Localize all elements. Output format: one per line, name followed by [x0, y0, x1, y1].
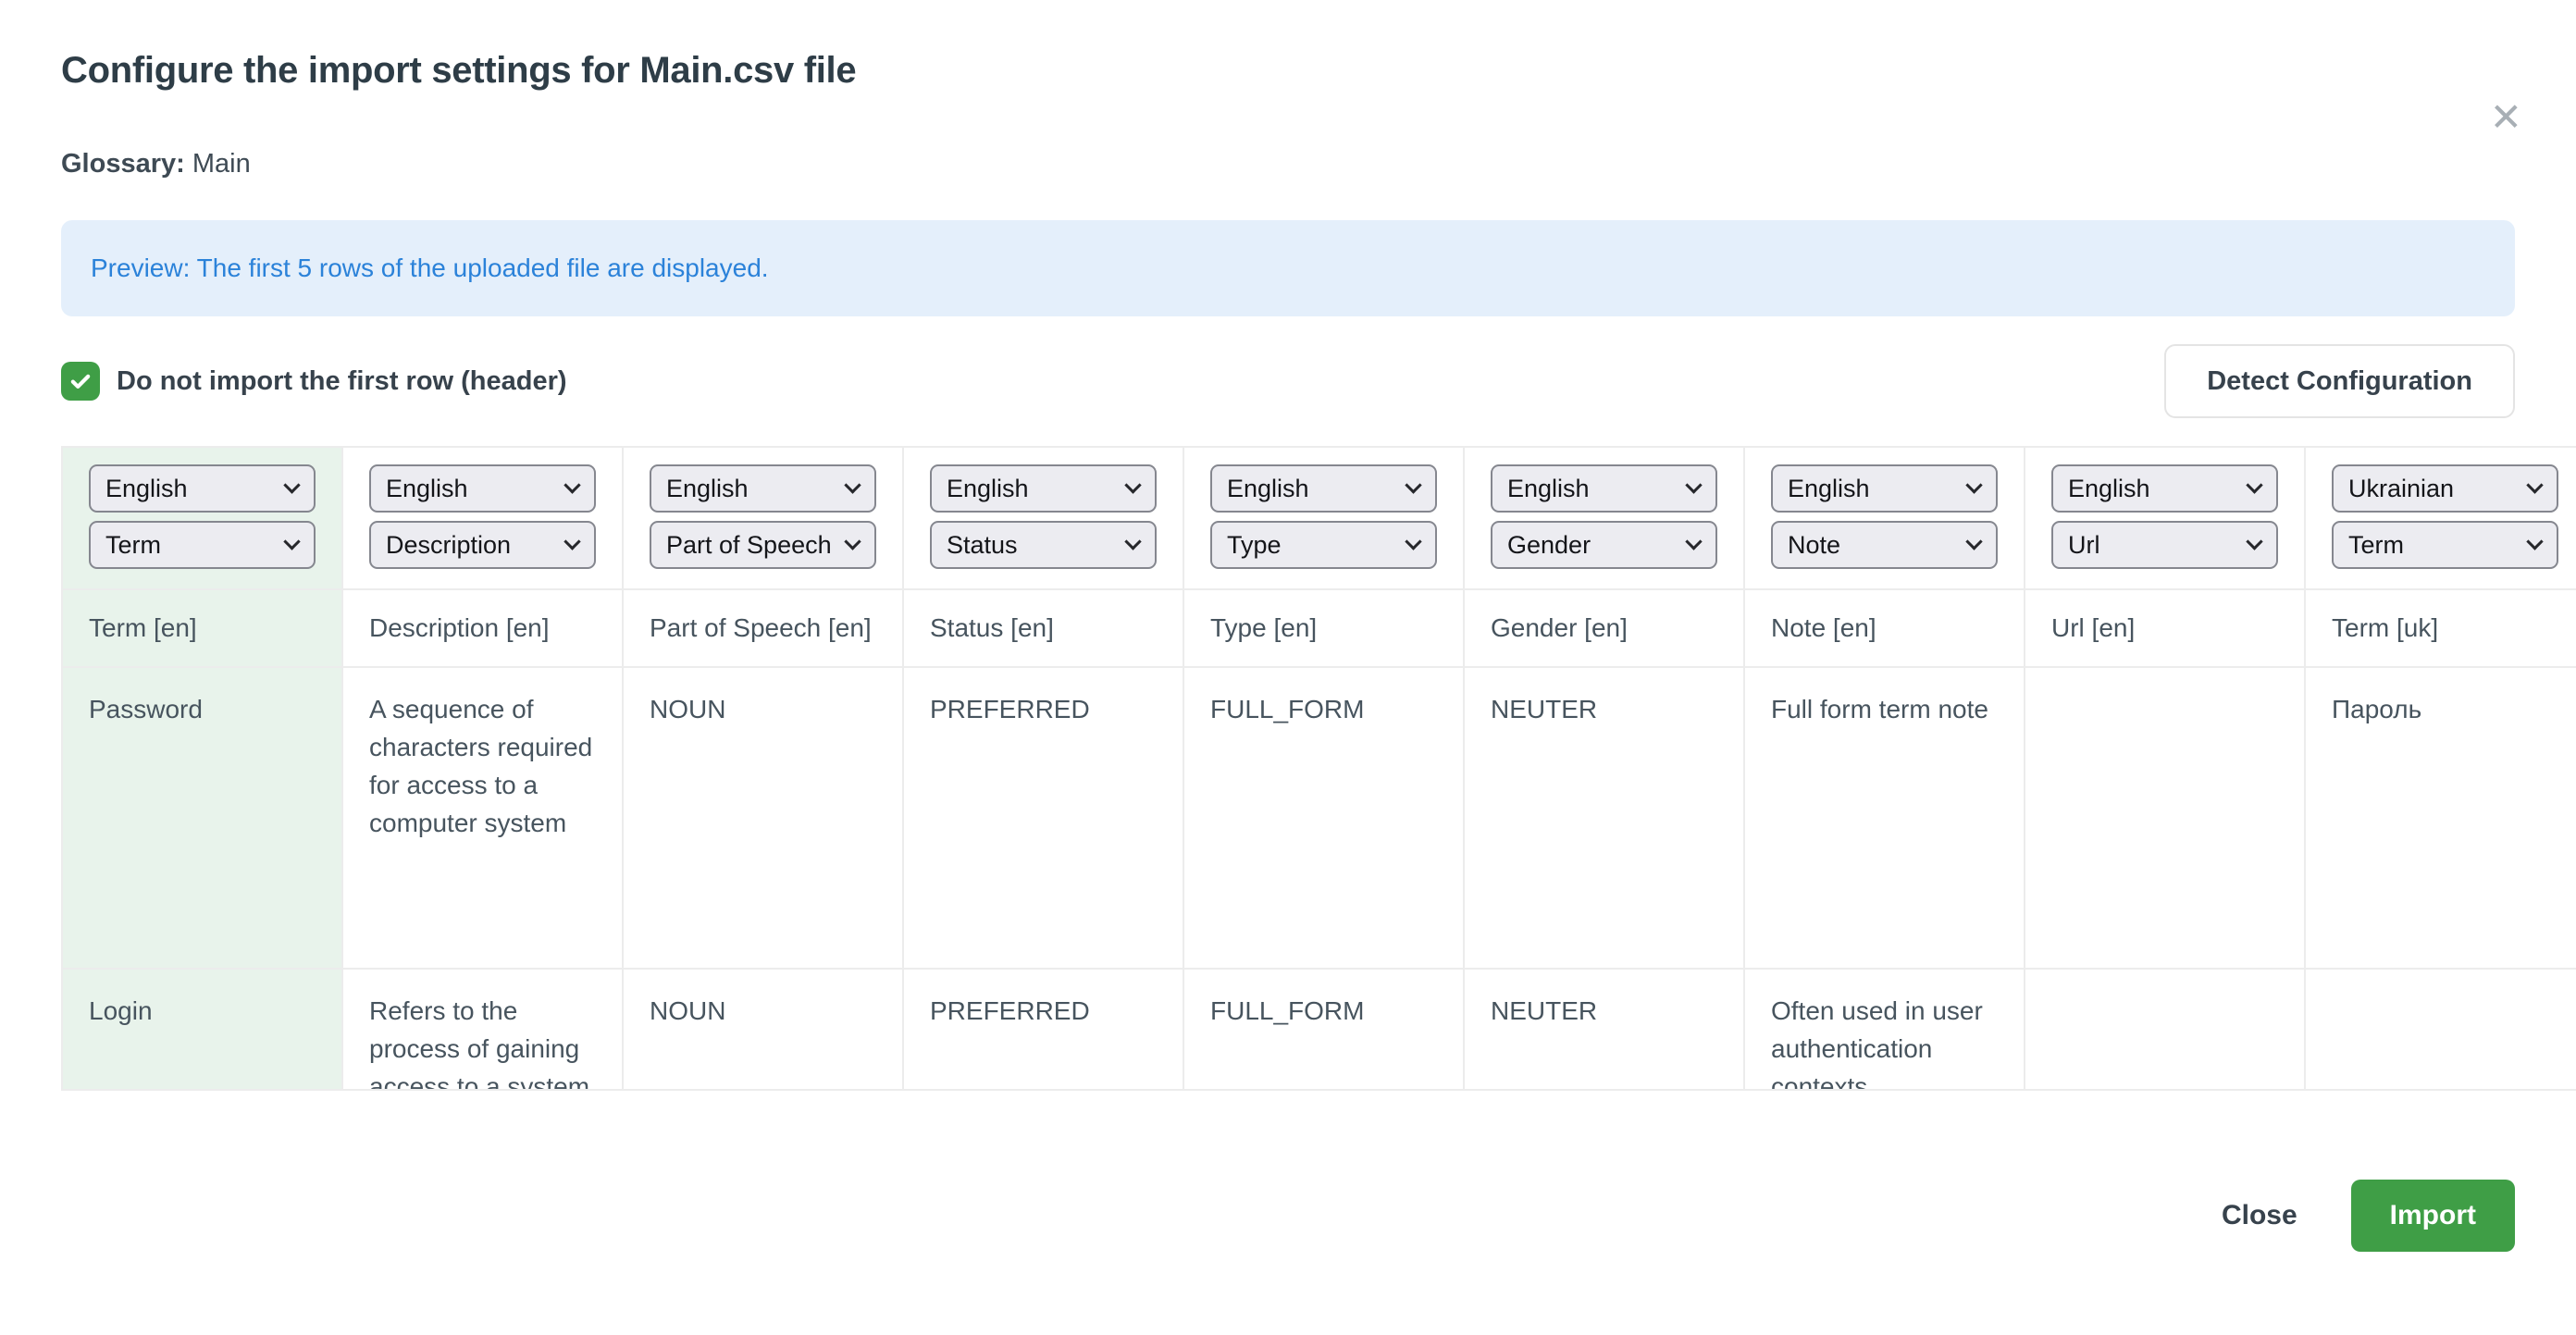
- field-select[interactable]: Part of Speech: [650, 521, 876, 569]
- preview-notice: Preview: The first 5 rows of the uploade…: [61, 220, 2515, 316]
- column-header: Description [en]: [343, 590, 624, 666]
- column-header: Gender [en]: [1465, 590, 1745, 666]
- field-select[interactable]: Term: [89, 521, 316, 569]
- language-select[interactable]: English: [650, 464, 876, 513]
- column-header: Type [en]: [1184, 590, 1465, 666]
- glossary-value: Main: [192, 149, 251, 179]
- language-select[interactable]: English: [369, 464, 596, 513]
- language-select[interactable]: English: [89, 464, 316, 513]
- field-select[interactable]: Term: [2332, 521, 2558, 569]
- table-cell: Password: [63, 668, 343, 968]
- column-header: Status [en]: [904, 590, 1184, 666]
- modal-footer: Close Import: [0, 1180, 2576, 1252]
- language-select[interactable]: Ukrainian: [2332, 464, 2558, 513]
- import-preview-table-scroll[interactable]: English Term English Description English…: [61, 446, 2576, 1091]
- column-config-cell: English Description: [343, 448, 624, 588]
- column-header: Term [en]: [63, 590, 343, 666]
- table-cell: Login: [63, 970, 343, 1091]
- column-config-cell: Ukrainian Term: [2306, 448, 2576, 588]
- glossary-line: Glossary: Main: [61, 149, 2515, 179]
- column-header: Note [en]: [1745, 590, 2025, 666]
- column-config-cell: English Term: [63, 448, 343, 588]
- table-cell: Пароль: [2306, 668, 2576, 968]
- field-select[interactable]: Description: [369, 521, 596, 569]
- field-select[interactable]: Note: [1771, 521, 1998, 569]
- import-settings-modal: ✕ Configure the import settings for Main…: [0, 50, 2576, 1335]
- table-cell: [2025, 668, 2306, 968]
- field-select[interactable]: Status: [930, 521, 1157, 569]
- close-button[interactable]: Close: [2222, 1200, 2297, 1231]
- checkmark-icon: [68, 368, 93, 394]
- table-cell: Full form term note: [1745, 668, 2025, 968]
- column-config-cell: English Url: [2025, 448, 2306, 588]
- column-config-cell: English Status: [904, 448, 1184, 588]
- table-cell: A sequence of characters required for ac…: [343, 668, 624, 968]
- table-cell: [2025, 970, 2306, 1091]
- language-select[interactable]: English: [1210, 464, 1437, 513]
- language-select[interactable]: English: [2051, 464, 2278, 513]
- table-cell: Refers to the process of gaining access …: [343, 970, 624, 1091]
- skip-header-checkbox-group[interactable]: Do not import the first row (header): [61, 362, 567, 401]
- table-cell: NEUTER: [1465, 668, 1745, 968]
- column-config-cell: English Type: [1184, 448, 1465, 588]
- skip-header-checkbox[interactable]: [61, 362, 100, 401]
- preview-notice-text: Preview: The first 5 rows of the uploade…: [91, 253, 769, 283]
- table-cell: [2306, 970, 2576, 1091]
- table-cell: NOUN: [624, 970, 904, 1091]
- column-config-cell: English Note: [1745, 448, 2025, 588]
- detect-configuration-button[interactable]: Detect Configuration: [2164, 344, 2515, 418]
- field-select[interactable]: Type: [1210, 521, 1437, 569]
- table-row: Password A sequence of characters requir…: [63, 668, 2576, 970]
- table-row: Login Refers to the process of gaining a…: [63, 970, 2576, 1091]
- field-select[interactable]: Url: [2051, 521, 2278, 569]
- column-header: Term [uk]: [2306, 590, 2576, 666]
- options-row: Do not import the first row (header) Det…: [61, 344, 2515, 418]
- import-preview-table: English Term English Description English…: [63, 448, 2576, 1091]
- table-cell: Often used in user authentication contex…: [1745, 970, 2025, 1091]
- language-select[interactable]: English: [930, 464, 1157, 513]
- table-cell: NEUTER: [1465, 970, 1745, 1091]
- import-button[interactable]: Import: [2351, 1180, 2515, 1252]
- column-mapping-row: English Term English Description English…: [63, 448, 2576, 590]
- table-cell: FULL_FORM: [1184, 970, 1465, 1091]
- glossary-label: Glossary:: [61, 149, 185, 179]
- column-config-cell: English Gender: [1465, 448, 1745, 588]
- close-icon[interactable]: ✕: [2490, 98, 2522, 137]
- page-title: Configure the import settings for Main.c…: [61, 50, 2515, 92]
- language-select[interactable]: English: [1771, 464, 1998, 513]
- column-config-cell: English Part of Speech: [624, 448, 904, 588]
- skip-header-checkbox-label: Do not import the first row (header): [117, 366, 567, 397]
- language-select[interactable]: English: [1491, 464, 1717, 513]
- table-cell: PREFERRED: [904, 668, 1184, 968]
- table-cell: PREFERRED: [904, 970, 1184, 1091]
- column-header: Part of Speech [en]: [624, 590, 904, 666]
- column-header: Url [en]: [2025, 590, 2306, 666]
- table-cell: FULL_FORM: [1184, 668, 1465, 968]
- table-cell: NOUN: [624, 668, 904, 968]
- field-select[interactable]: Gender: [1491, 521, 1717, 569]
- table-header-row: Term [en] Description [en] Part of Speec…: [63, 590, 2576, 668]
